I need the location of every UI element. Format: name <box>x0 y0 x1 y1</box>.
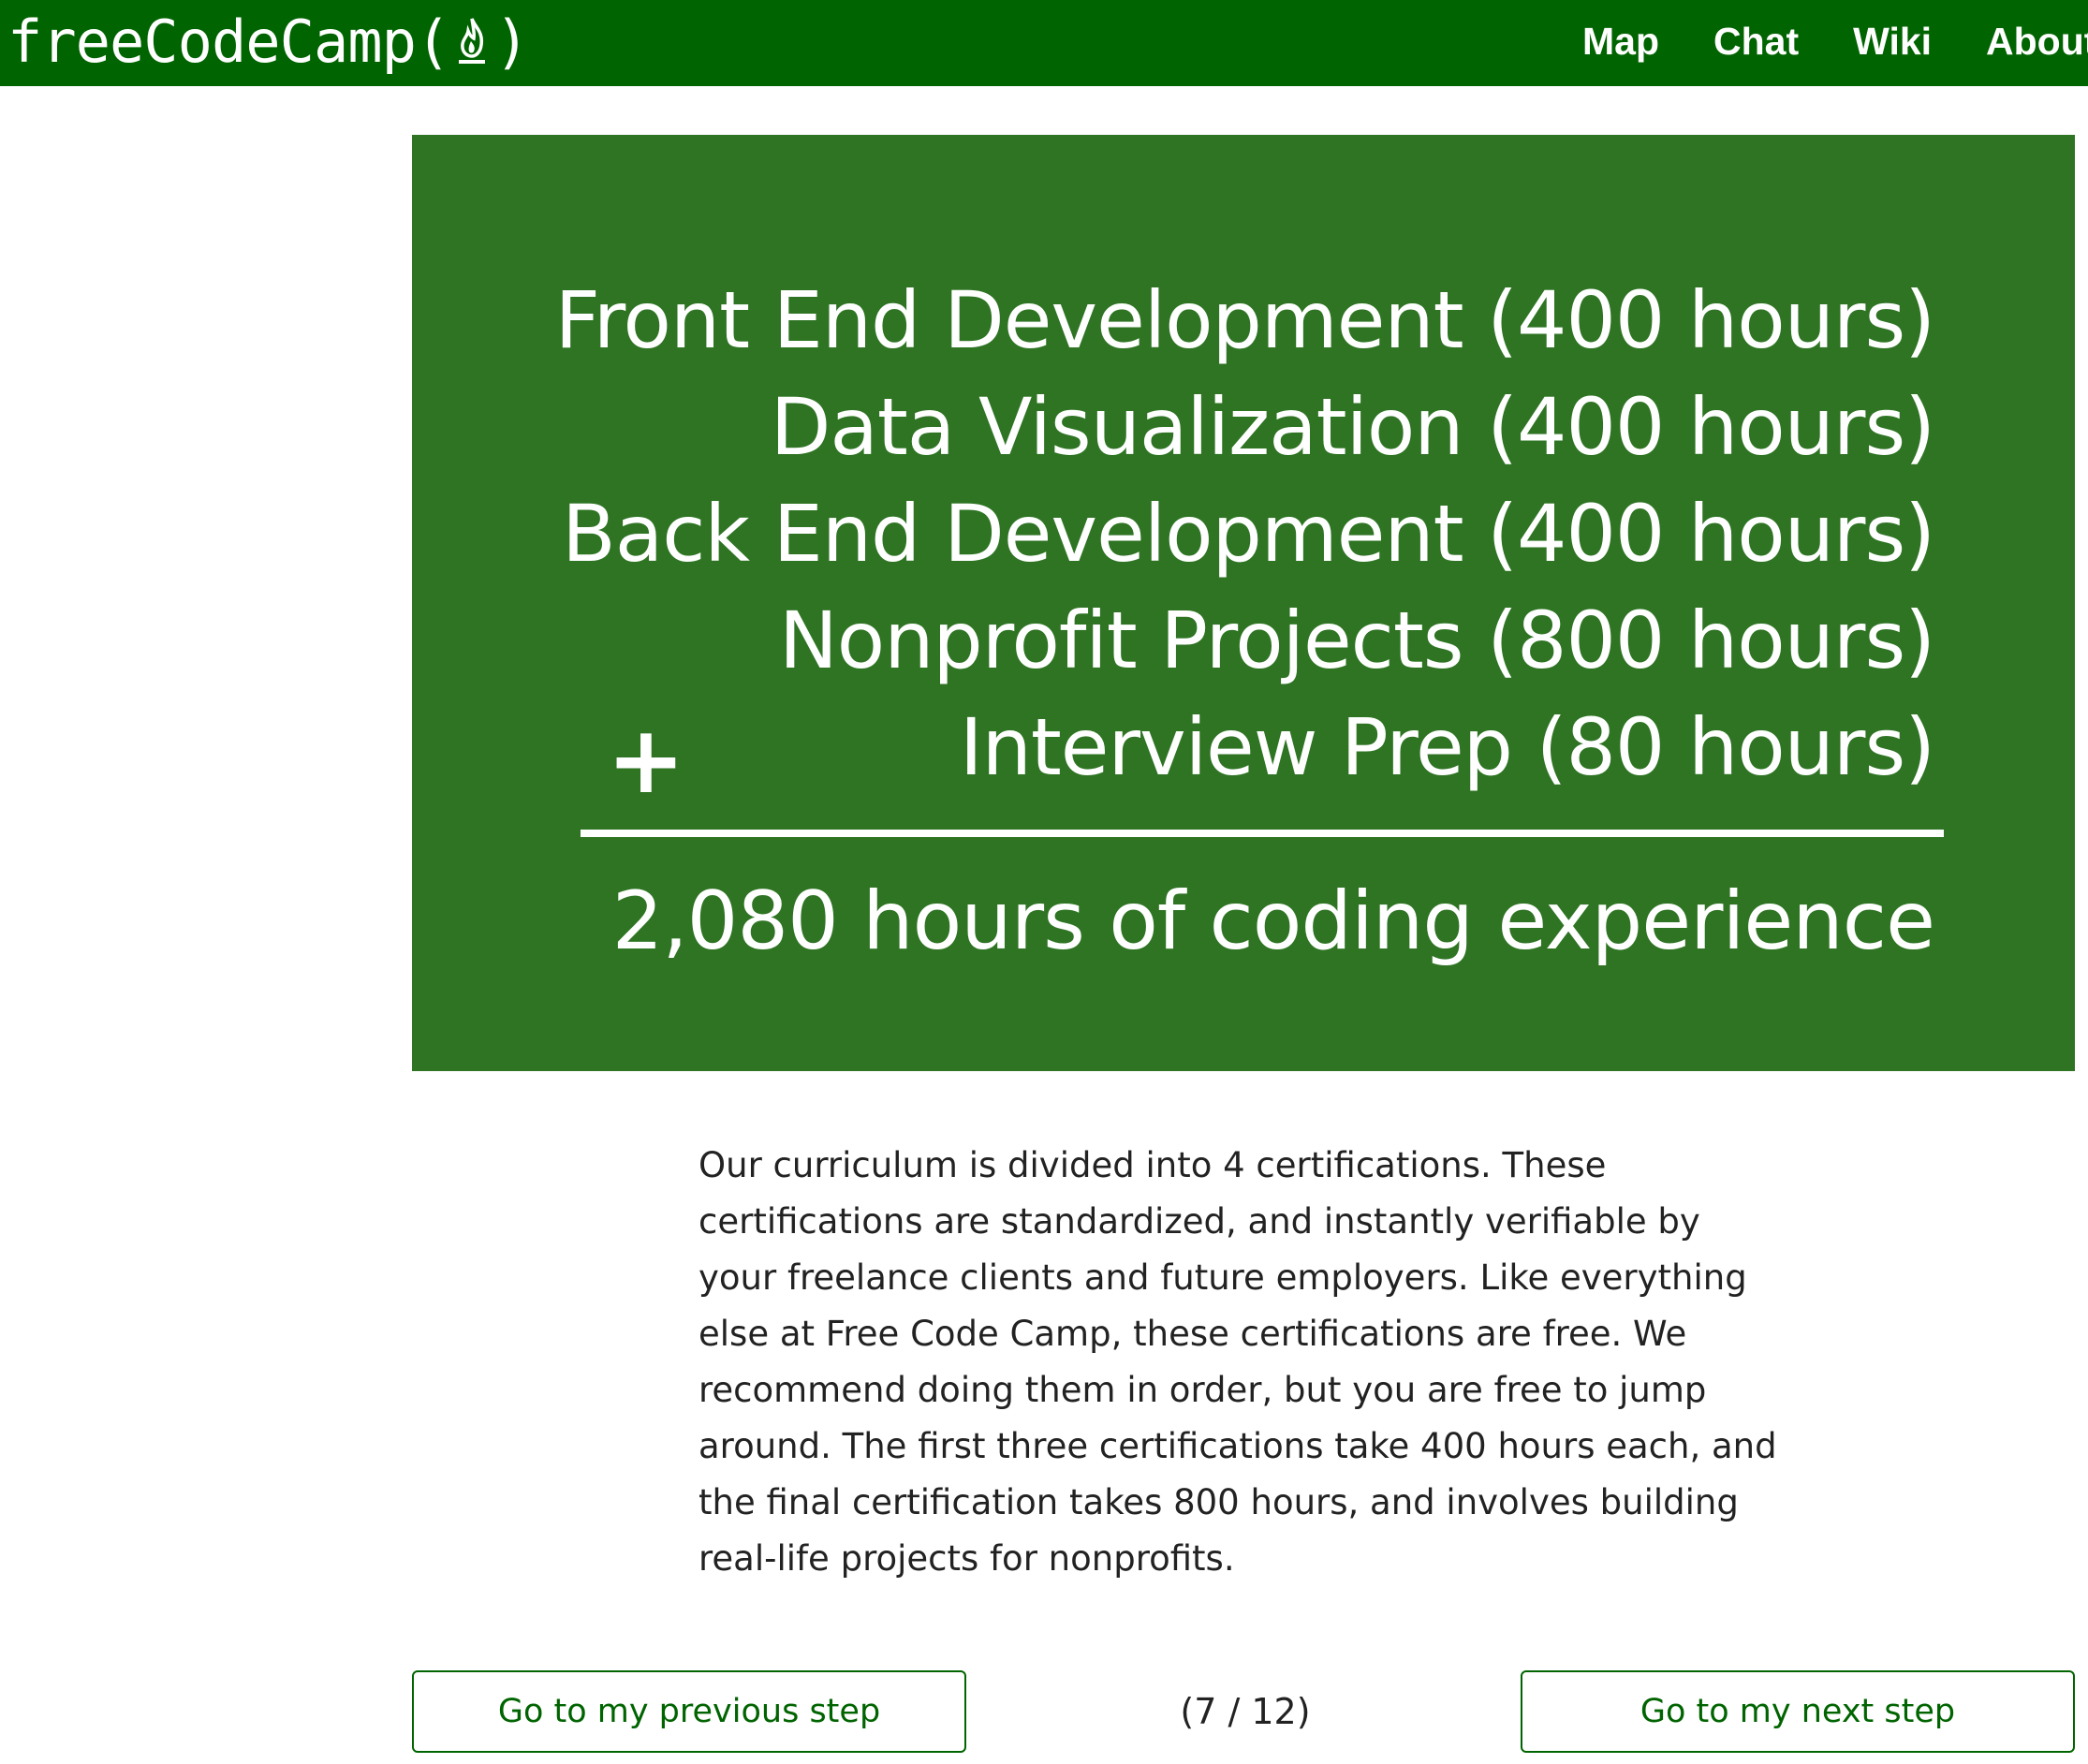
nav-link-map[interactable]: Map <box>1582 20 1659 64</box>
nav-link-about[interactable]: About <box>1986 20 2088 64</box>
curriculum-description: Our curriculum is divided into 4 certifi… <box>698 1145 1777 1579</box>
next-step-button[interactable]: Go to my next step <box>1521 1670 2075 1753</box>
hero-total-hours: 2,080 hours of coding experience <box>611 875 1935 968</box>
hero-line-interview-prep: Interview Prep (80 hours) <box>959 701 1935 793</box>
brand-open-paren: ( <box>415 7 450 76</box>
flame-icon <box>451 13 493 69</box>
plus-sign: + <box>607 705 685 815</box>
brand-text: freeCodeCamp <box>7 7 417 76</box>
nav-links: Map Chat Wiki About <box>1582 0 2088 82</box>
previous-step-button[interactable]: Go to my previous step <box>412 1670 966 1753</box>
hero-line-back-end: Back End Development (400 hours) <box>562 488 1935 580</box>
nav-link-chat[interactable]: Chat <box>1713 20 1799 64</box>
brand-close-paren: ) <box>494 7 529 76</box>
curriculum-hours-banner: Front End Development (400 hours) Data V… <box>412 135 2075 1071</box>
hero-line-front-end: Front End Development (400 hours) <box>554 274 1935 366</box>
sum-divider <box>581 830 1944 837</box>
step-counter: (7 / 12) <box>1180 1691 1311 1732</box>
top-navbar: freeCodeCamp() Map Chat Wiki About <box>0 0 2088 86</box>
hero-line-data-visualization: Data Visualization (400 hours) <box>770 381 1935 473</box>
freecodecamp-logo[interactable]: freeCodeCamp() <box>7 0 530 82</box>
hero-line-nonprofit: Nonprofit Projects (800 hours) <box>778 595 1935 686</box>
nav-link-wiki[interactable]: Wiki <box>1853 20 1932 64</box>
